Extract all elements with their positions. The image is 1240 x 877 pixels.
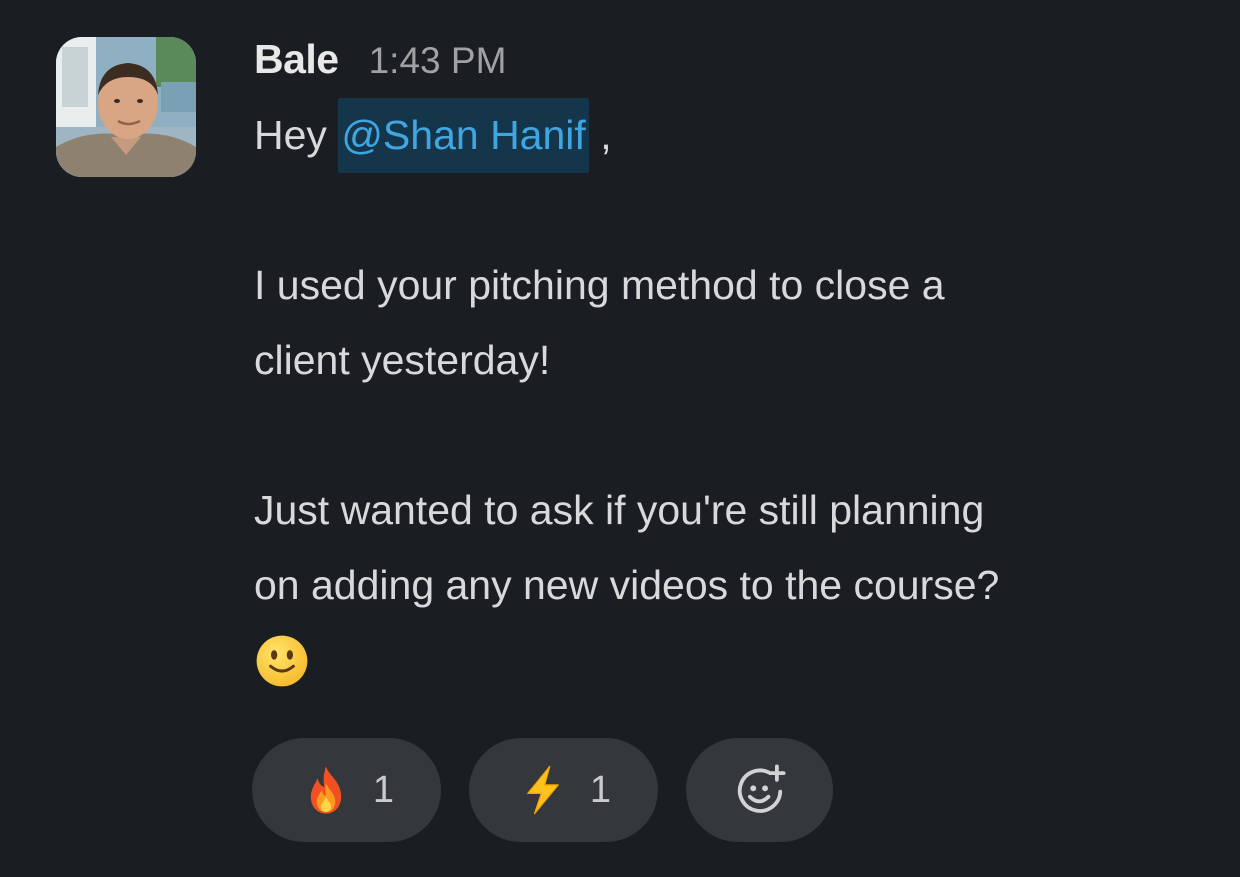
sender-avatar[interactable] bbox=[56, 37, 196, 177]
fire-icon bbox=[310, 766, 342, 814]
emoji-line bbox=[254, 623, 1214, 698]
reaction-count: 1 bbox=[372, 768, 395, 811]
reaction-high-voltage[interactable]: 1 bbox=[469, 738, 658, 842]
add-reaction-icon bbox=[737, 764, 786, 813]
message-body: Hey @Shan Hanif , I used your pitching m… bbox=[254, 98, 1214, 698]
greeting-punctuation: , bbox=[588, 112, 612, 158]
slightly-smiling-face-icon bbox=[256, 635, 308, 687]
reaction-fire[interactable]: 1 bbox=[252, 738, 441, 842]
message: Bale 1:43 PM Hey @Shan Hanif , I used yo… bbox=[0, 0, 1240, 877]
user-mention[interactable]: @Shan Hanif bbox=[338, 98, 589, 173]
avatar-photo bbox=[56, 37, 196, 177]
reactions-bar: 1 1 bbox=[252, 738, 833, 842]
sender-name[interactable]: Bale bbox=[254, 36, 339, 83]
message-text-line: client yesterday! bbox=[254, 337, 551, 383]
message-header: Bale 1:43 PM bbox=[254, 36, 506, 92]
add-reaction-button[interactable] bbox=[686, 738, 833, 842]
greeting-line: Hey @Shan Hanif , bbox=[254, 98, 1214, 173]
greeting-text: Hey bbox=[254, 112, 339, 158]
high-voltage-icon bbox=[527, 765, 559, 815]
message-timestamp[interactable]: 1:43 PM bbox=[369, 40, 507, 82]
reaction-count: 1 bbox=[589, 768, 612, 811]
message-text-line: I used your pitching method to close a bbox=[254, 262, 945, 308]
message-text-line: on adding any new videos to the course? bbox=[254, 562, 1000, 608]
message-text-line: Just wanted to ask if you're still plann… bbox=[254, 487, 985, 533]
